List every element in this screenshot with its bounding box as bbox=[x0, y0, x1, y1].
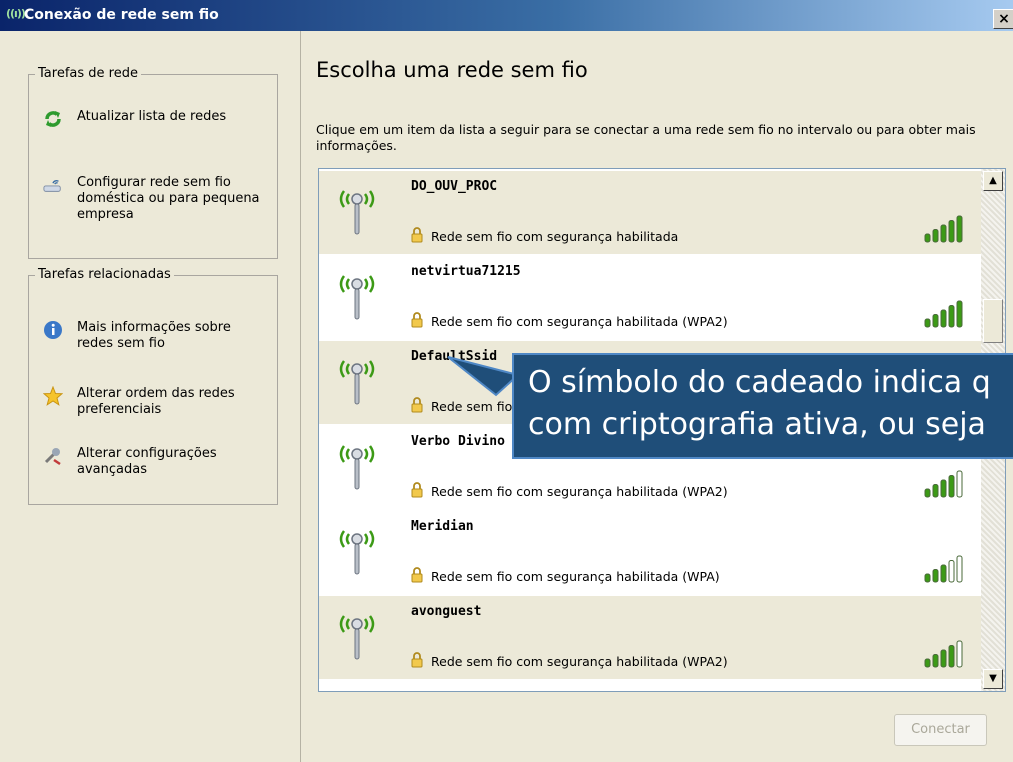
change-order-link[interactable]: Alterar ordem das redes preferenciais bbox=[43, 386, 267, 418]
lock-icon bbox=[411, 397, 423, 413]
signal-strength-icon bbox=[924, 215, 963, 243]
connect-button[interactable]: Conectar bbox=[894, 714, 987, 746]
network-ssid: DO_OUV_PROC bbox=[411, 179, 498, 194]
wireless-antenna-icon bbox=[339, 530, 375, 575]
scroll-up-button[interactable]: ▲ bbox=[983, 171, 1003, 191]
callout-line-1: O símbolo do cadeado indica q bbox=[528, 365, 991, 400]
network-tasks-title: Tarefas de rede bbox=[35, 66, 141, 81]
wireless-antenna-icon bbox=[339, 615, 375, 660]
lock-icon bbox=[411, 482, 423, 498]
setup-home-network-label: Configurar rede sem fio doméstica ou par… bbox=[77, 175, 260, 222]
network-row[interactable]: avonguest Rede sem fio com segurança habi… bbox=[319, 596, 981, 679]
wireless-connection-icon: ((ı)) bbox=[6, 7, 26, 20]
network-ssid: Verbo Divino bbox=[411, 434, 505, 449]
more-info-link[interactable]: Mais informações sobre redes sem fio bbox=[43, 320, 267, 352]
signal-strength-icon bbox=[924, 640, 963, 668]
more-info-label: Mais informações sobre redes sem fio bbox=[77, 320, 231, 351]
info-icon bbox=[43, 320, 63, 340]
signal-strength-icon bbox=[924, 470, 963, 498]
callout-line-2: com criptografia ativa, ou seja bbox=[528, 407, 986, 442]
signal-strength-icon bbox=[924, 300, 963, 328]
refresh-network-list-label: Atualizar lista de redes bbox=[77, 109, 227, 124]
network-security-status: Rede sem fio com segurança habilitada bbox=[431, 229, 679, 244]
network-row[interactable]: Meridian Rede sem fio com segurança habil… bbox=[319, 511, 981, 594]
signal-strength-icon bbox=[924, 555, 963, 583]
refresh-network-list-link[interactable]: Atualizar lista de redes bbox=[43, 109, 267, 129]
network-security-status: Rede sem fio com segurança habilitada (W… bbox=[431, 314, 728, 329]
scroll-thumb[interactable] bbox=[983, 299, 1003, 343]
network-ssid: Meridian bbox=[411, 519, 474, 534]
change-order-label: Alterar ordem das redes preferenciais bbox=[77, 386, 235, 417]
advanced-settings-link[interactable]: Alterar configurações avançadas bbox=[43, 446, 267, 478]
advanced-settings-label: Alterar configurações avançadas bbox=[77, 446, 217, 477]
lock-icon bbox=[411, 227, 423, 243]
wireless-antenna-icon bbox=[339, 190, 375, 235]
network-security-status: Rede sem fio com segurança habilitada (W… bbox=[431, 569, 720, 584]
lock-icon bbox=[411, 567, 423, 583]
wireless-antenna-icon bbox=[339, 445, 375, 490]
setup-home-network-link[interactable]: Configurar rede sem fio doméstica ou par… bbox=[43, 175, 267, 223]
refresh-icon bbox=[43, 109, 63, 129]
network-tasks-group: Tarefas de rede Atualizar lista de redes… bbox=[28, 66, 278, 259]
network-ssid: avonguest bbox=[411, 604, 482, 619]
task-pane: Tarefas de rede Atualizar lista de redes… bbox=[0, 31, 301, 762]
page-title: Escolha uma rede sem fio bbox=[316, 58, 588, 82]
network-security-status: Rede sem fio com segurança habilitada (W… bbox=[431, 654, 728, 669]
related-tasks-title: Tarefas relacionadas bbox=[35, 267, 174, 282]
wireless-antenna-icon bbox=[339, 275, 375, 320]
network-row[interactable]: DO_OUV_PROC Rede sem fio com segurança ha… bbox=[319, 171, 981, 254]
settings-icon bbox=[43, 446, 63, 466]
close-button[interactable]: × bbox=[993, 9, 1013, 29]
network-security-status: Rede sem fio com segurança habilitada (W… bbox=[431, 484, 728, 499]
lock-icon bbox=[411, 312, 423, 328]
wireless-antenna-icon bbox=[339, 360, 375, 405]
title-bar: ((ı)) Conexão de rede sem fio × bbox=[0, 0, 1013, 31]
instructions-text: Clique em um item da lista a seguir para… bbox=[316, 122, 976, 153]
annotation-callout: O símbolo do cadeado indica q com cripto… bbox=[512, 353, 1013, 459]
window-title: Conexão de rede sem fio bbox=[24, 7, 219, 23]
related-tasks-group: Tarefas relacionadas Mais informações so… bbox=[28, 267, 278, 505]
star-icon bbox=[43, 386, 63, 406]
scroll-down-button[interactable]: ▼ bbox=[983, 669, 1003, 689]
network-row[interactable]: netvirtua71215 Rede sem fio com segurança… bbox=[319, 256, 981, 339]
network-ssid: netvirtua71215 bbox=[411, 264, 521, 279]
wireless-setup-icon bbox=[43, 175, 63, 195]
lock-icon bbox=[411, 652, 423, 668]
